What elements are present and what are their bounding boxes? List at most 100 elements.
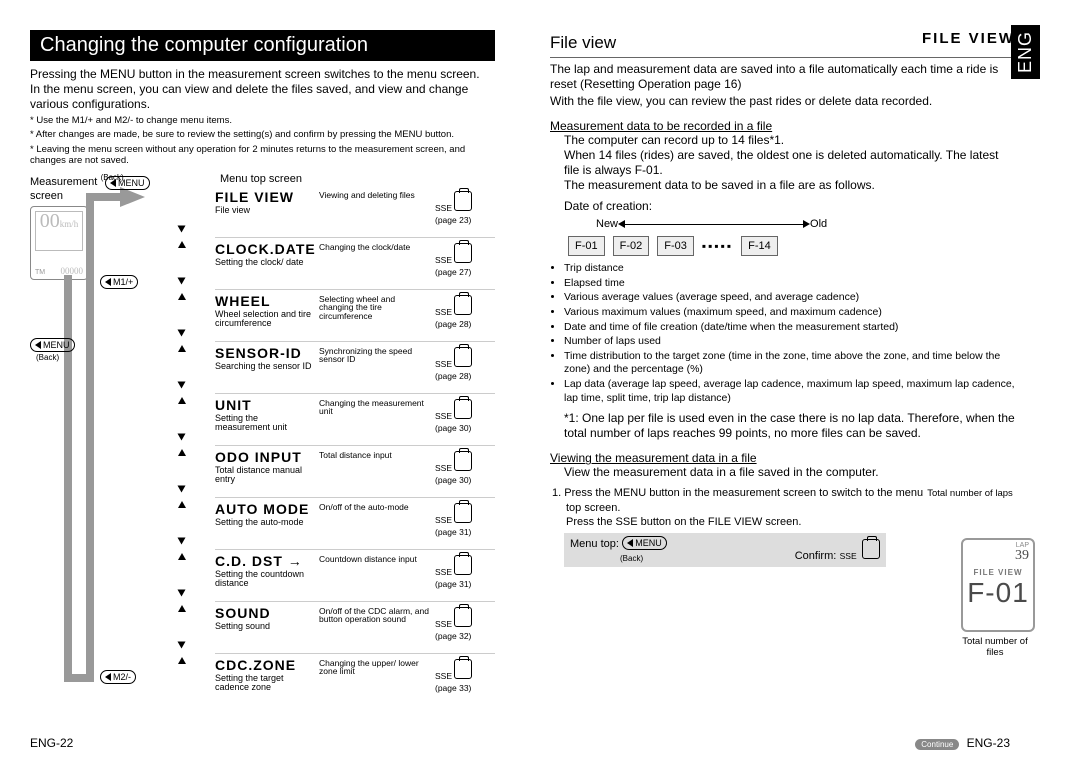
rail-m1: M1/+ bbox=[100, 275, 138, 289]
bullet-item: Trip distance bbox=[564, 262, 1015, 276]
up-arrow-icon bbox=[178, 241, 186, 248]
sse-label: SSE bbox=[435, 619, 452, 629]
menu-item-block: SOUNDSetting sound bbox=[215, 605, 315, 631]
device-file-number: F-01 bbox=[963, 577, 1033, 609]
file-sequence: F-01 F-02 F-03 ▪▪▪▪▪ F-14 bbox=[568, 236, 1015, 256]
left-page-number: ENG-22 bbox=[30, 736, 73, 750]
up-arrow-icon bbox=[178, 397, 186, 404]
note1: *1: One lap per file is used even in the… bbox=[564, 411, 1015, 441]
menu-item-title: UNIT bbox=[215, 397, 315, 413]
menu-back-label: (Back) bbox=[620, 554, 643, 563]
p1: The computer can record up to 14 files*1… bbox=[564, 133, 1015, 148]
menu-item-title: CDC.ZONE bbox=[215, 657, 315, 673]
step-1b: Press the SSE button on the FILE VIEW sc… bbox=[566, 515, 925, 529]
menu-item: WHEELWheel selection and tire circumfere… bbox=[145, 291, 495, 340]
page-ref: (page 28) bbox=[435, 319, 472, 329]
down-arrow-icon bbox=[178, 537, 186, 544]
down-arrow-icon bbox=[178, 381, 186, 388]
sse-label: SSE bbox=[435, 255, 452, 265]
sse-label: SSE bbox=[435, 307, 452, 317]
p3: The measurement data to be saved in a fi… bbox=[564, 178, 1015, 193]
device-lap-number: 39 bbox=[1015, 548, 1029, 564]
sse-label: SSE bbox=[435, 463, 452, 473]
lcd-title: FILE VIEW bbox=[922, 30, 1015, 47]
menu-item: ODO INPUTTotal distance manual entryTota… bbox=[145, 447, 495, 496]
down-arrow-icon bbox=[178, 589, 186, 596]
rail-m2: M2/- bbox=[100, 670, 136, 684]
menu-item-block: C.D. DST →Setting the countdown distance bbox=[215, 553, 315, 589]
menu1-label: MENU bbox=[118, 178, 145, 188]
down-arrow-icon bbox=[178, 485, 186, 492]
button-icon bbox=[454, 503, 472, 523]
page-ref: (page 28) bbox=[435, 371, 472, 381]
bullet-item: Various maximum values (maximum speed, a… bbox=[564, 306, 1015, 320]
menu-list: Menu top screen FILE VIEWFile viewViewin… bbox=[145, 173, 495, 704]
menu-button-pill: MENU bbox=[622, 536, 667, 550]
down-arrow-icon bbox=[178, 433, 186, 440]
menu-item-desc: On/off of the CDC alarm, and button oper… bbox=[319, 607, 429, 625]
flow-lines bbox=[30, 173, 145, 693]
menu-item-block: WHEELWheel selection and tire circumfere… bbox=[215, 293, 315, 329]
page-ref: (page 31) bbox=[435, 527, 472, 537]
subheading-1: Measurement data to be recorded in a fil… bbox=[550, 119, 1015, 133]
menu-item-sub: Wheel selection and tire circumference bbox=[215, 310, 315, 329]
right-footer-num: ENG-23 bbox=[967, 736, 1010, 750]
menu-item-block: UNITSetting the measurement unit bbox=[215, 397, 315, 433]
confirm-label: Confirm: bbox=[795, 550, 837, 562]
sse-label: SSE bbox=[435, 203, 452, 213]
menu-item-title: WHEEL bbox=[215, 293, 315, 309]
up-arrow-icon bbox=[178, 553, 186, 560]
diagram-rail: Measurement (Back) screen 00km/h TM 0000… bbox=[30, 173, 145, 704]
menu-item-desc: Countdown distance input bbox=[319, 555, 429, 564]
page-ref: (page 27) bbox=[435, 267, 472, 277]
file-f02: F-02 bbox=[613, 236, 650, 256]
menu-item: CLOCK.DATESetting the clock/ date Changin… bbox=[145, 239, 495, 288]
menu-item-action: SSE(page 32) bbox=[435, 607, 472, 641]
right-page: ENG FILE VIEW File view The lap and meas… bbox=[520, 0, 1040, 762]
menu-item-desc: Changing the clock/date bbox=[319, 243, 429, 252]
sse-label: SSE bbox=[435, 411, 452, 421]
menu-item-title: SOUND bbox=[215, 605, 315, 621]
bullet-item: Number of laps used bbox=[564, 335, 1015, 349]
menu-item-title: SENSOR-ID bbox=[215, 345, 315, 361]
button-icon bbox=[454, 607, 472, 627]
menu-item-action: SSE (page 27) bbox=[435, 243, 472, 277]
menu-item-sub: Total distance manual entry bbox=[215, 466, 315, 485]
button-icon bbox=[454, 347, 472, 367]
menu-item-desc: Total distance input bbox=[319, 451, 429, 460]
menu-item-sub: Setting the auto-mode bbox=[215, 518, 315, 527]
button-icon bbox=[454, 555, 472, 575]
page-ref: (page 23) bbox=[435, 215, 472, 225]
menu-item-action: SSE(page 28) bbox=[435, 347, 472, 381]
menu-item-action: SSE(page 30) bbox=[435, 399, 472, 433]
sse-label: SSE bbox=[435, 671, 452, 681]
menu-item: C.D. DST →Setting the countdown distance… bbox=[145, 551, 495, 600]
up-arrow-icon bbox=[178, 449, 186, 456]
menu-item-title: FILE VIEW bbox=[215, 189, 315, 205]
down-arrow-icon bbox=[178, 225, 186, 232]
intro1: The lap and measurement data are saved i… bbox=[550, 62, 1015, 92]
new-old-axis: New Old bbox=[568, 218, 1015, 230]
menu-item-sub: Setting the measurement unit bbox=[215, 414, 315, 433]
up-arrow-icon bbox=[178, 605, 186, 612]
step-1a: 1. Press the MENU button in the measurem… bbox=[566, 486, 925, 515]
menu-item-block: CDC.ZONESetting the target cadence zone bbox=[215, 657, 315, 693]
right-page-number: Continue ENG-23 bbox=[915, 736, 1010, 750]
menu-item-title: CLOCK.DATE bbox=[215, 241, 315, 257]
menu-item-desc: Changing the upper/ lower zone limit bbox=[319, 659, 429, 677]
old-label: Old bbox=[810, 218, 827, 230]
device-fileview-label: FILE VIEW bbox=[963, 568, 1033, 577]
menu-item-sub: File view bbox=[215, 206, 315, 215]
device-preview: LAP 39 FILE VIEW F-01 bbox=[961, 538, 1035, 632]
menu-item-desc: On/off of the auto-mode bbox=[319, 503, 429, 512]
file-f03: F-03 bbox=[657, 236, 694, 256]
new-label: New bbox=[596, 218, 618, 230]
menu-btn-label: MENU bbox=[635, 538, 662, 548]
menu-item-action: SSE(page 30) bbox=[435, 451, 472, 485]
menu-item-block: CLOCK.DATESetting the clock/ date bbox=[215, 241, 315, 267]
page-ref: (page 33) bbox=[435, 683, 472, 693]
menu-item-sub: Setting the clock/ date bbox=[215, 258, 315, 267]
menu2-label: MENU bbox=[43, 340, 70, 350]
menu-item: UNITSetting the measurement unitChanging… bbox=[145, 395, 495, 444]
rail-menu2: MENU (Back) bbox=[30, 338, 75, 362]
